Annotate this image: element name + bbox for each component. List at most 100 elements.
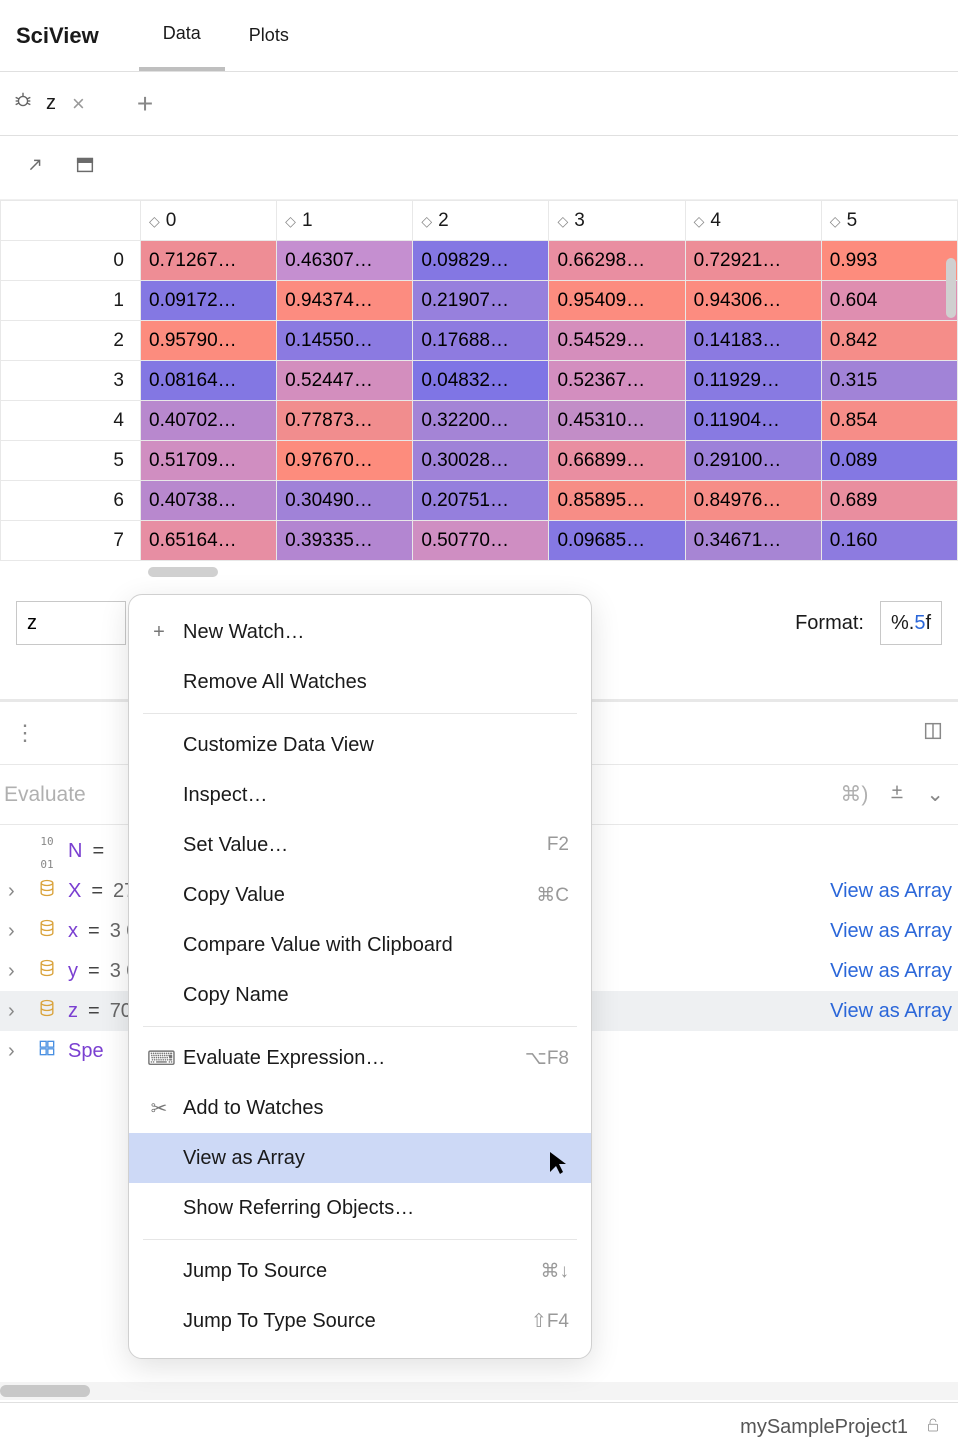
cell-7-2[interactable]: 0.50770…: [413, 521, 549, 561]
expand-chevron-icon[interactable]: ›: [8, 1000, 26, 1023]
cell-2-1[interactable]: 0.14550…: [277, 321, 413, 361]
tab-data[interactable]: Data: [139, 0, 225, 71]
cell-5-2[interactable]: 0.30028…: [413, 441, 549, 481]
row-header-6[interactable]: 6: [1, 481, 141, 521]
cell-5-1[interactable]: 0.97670…: [277, 441, 413, 481]
menu-evaluate-expression[interactable]: ⌨Evaluate Expression…⌥F8: [129, 1033, 591, 1083]
cell-7-1[interactable]: 0.39335…: [277, 521, 413, 561]
expand-chevron-icon[interactable]: ›: [8, 960, 26, 983]
format-input[interactable]: %.5f: [880, 601, 942, 645]
cell-6-0[interactable]: 0.40738…: [141, 481, 277, 521]
col-header-1[interactable]: ◇1: [277, 201, 413, 241]
expand-chevron-icon[interactable]: ›: [8, 1040, 26, 1063]
cell-2-3[interactable]: 0.54529…: [549, 321, 685, 361]
col-header-5[interactable]: ◇5: [821, 201, 957, 241]
data-grid[interactable]: ◇0◇1◇2◇3◇4◇500.71267…0.46307…0.09829…0.6…: [0, 200, 958, 577]
col-header-4[interactable]: ◇4: [685, 201, 821, 241]
view-as-array-link[interactable]: View as Array: [830, 880, 958, 903]
panel-icon[interactable]: [74, 154, 96, 181]
close-tab-icon[interactable]: ×: [72, 91, 85, 117]
horizontal-scrollbar-thumb[interactable]: [0, 1385, 90, 1397]
view-as-array-link[interactable]: View as Array: [830, 920, 958, 943]
chevron-down-icon[interactable]: ⌄: [926, 782, 944, 807]
layout-icon[interactable]: [922, 720, 944, 747]
menu-new-watch[interactable]: +New Watch…: [129, 607, 591, 657]
watch-add-icon[interactable]: [886, 781, 908, 809]
cell-0-4[interactable]: 0.72921…: [685, 241, 821, 281]
cell-0-3[interactable]: 0.66298…: [549, 241, 685, 281]
col-header-0[interactable]: ◇0: [141, 201, 277, 241]
menu-compare-value-with-clipboard[interactable]: Compare Value with Clipboard: [129, 920, 591, 970]
more-icon[interactable]: ⋮: [14, 720, 38, 746]
add-tab-icon[interactable]: +: [137, 88, 153, 120]
cell-3-4[interactable]: 0.11929…: [685, 361, 821, 401]
expand-chevron-icon[interactable]: ›: [8, 880, 26, 903]
cell-5-0[interactable]: 0.51709…: [141, 441, 277, 481]
cell-0-5[interactable]: 0.993: [821, 241, 957, 281]
expand-chevron-icon[interactable]: ›: [8, 920, 26, 943]
cell-3-2[interactable]: 0.04832…: [413, 361, 549, 401]
cell-6-5[interactable]: 0.689: [821, 481, 957, 521]
cell-2-2[interactable]: 0.17688…: [413, 321, 549, 361]
tab-plots[interactable]: Plots: [225, 0, 313, 71]
tab-variable-z[interactable]: z: [46, 92, 56, 115]
project-name[interactable]: mySampleProject1: [740, 1416, 908, 1439]
menu-view-as-array[interactable]: View as Array: [129, 1133, 591, 1183]
cell-5-4[interactable]: 0.29100…: [685, 441, 821, 481]
cell-2-5[interactable]: 0.842: [821, 321, 957, 361]
cell-2-4[interactable]: 0.14183…: [685, 321, 821, 361]
row-header-3[interactable]: 3: [1, 361, 141, 401]
cell-3-5[interactable]: 0.315: [821, 361, 957, 401]
cell-5-5[interactable]: 0.089: [821, 441, 957, 481]
menu-jump-to-source[interactable]: Jump To Source⌘↓: [129, 1246, 591, 1296]
cell-4-1[interactable]: 0.77873…: [277, 401, 413, 441]
row-header-1[interactable]: 1: [1, 281, 141, 321]
cell-4-5[interactable]: 0.854: [821, 401, 957, 441]
horizontal-scroll-hint[interactable]: [148, 567, 218, 577]
slice-input[interactable]: [16, 601, 126, 645]
menu-remove-all-watches[interactable]: Remove All Watches: [129, 657, 591, 707]
cell-6-1[interactable]: 0.30490…: [277, 481, 413, 521]
row-header-0[interactable]: 0: [1, 241, 141, 281]
menu-copy-name[interactable]: Copy Name: [129, 970, 591, 1020]
cell-1-1[interactable]: 0.94374…: [277, 281, 413, 321]
cell-4-3[interactable]: 0.45310…: [549, 401, 685, 441]
menu-add-to-watches[interactable]: ✂Add to Watches: [129, 1083, 591, 1133]
row-header-7[interactable]: 7: [1, 521, 141, 561]
cell-1-2[interactable]: 0.21907…: [413, 281, 549, 321]
cell-6-2[interactable]: 0.20751…: [413, 481, 549, 521]
view-as-array-link[interactable]: View as Array: [830, 960, 958, 983]
cell-3-0[interactable]: 0.08164…: [141, 361, 277, 401]
cell-1-3[interactable]: 0.95409…: [549, 281, 685, 321]
menu-inspect[interactable]: Inspect…: [129, 770, 591, 820]
cell-7-3[interactable]: 0.09685…: [549, 521, 685, 561]
popout-icon[interactable]: [24, 154, 46, 181]
col-header-2[interactable]: ◇2: [413, 201, 549, 241]
menu-customize-data-view[interactable]: Customize Data View: [129, 720, 591, 770]
lock-icon[interactable]: [924, 1416, 942, 1440]
cell-2-0[interactable]: 0.95790…: [141, 321, 277, 361]
cell-7-5[interactable]: 0.160: [821, 521, 957, 561]
cell-1-0[interactable]: 0.09172…: [141, 281, 277, 321]
cell-3-1[interactable]: 0.52447…: [277, 361, 413, 401]
cell-4-4[interactable]: 0.11904…: [685, 401, 821, 441]
menu-copy-value[interactable]: Copy Value⌘C: [129, 870, 591, 920]
cell-1-4[interactable]: 0.94306…: [685, 281, 821, 321]
cell-5-3[interactable]: 0.66899…: [549, 441, 685, 481]
cell-1-5[interactable]: 0.604: [821, 281, 957, 321]
row-header-2[interactable]: 2: [1, 321, 141, 361]
horizontal-scrollbar-track[interactable]: [0, 1382, 958, 1400]
vertical-scrollbar[interactable]: [946, 258, 956, 318]
view-as-array-link[interactable]: View as Array: [830, 1000, 958, 1023]
cell-0-0[interactable]: 0.71267…: [141, 241, 277, 281]
menu-jump-to-type-source[interactable]: Jump To Type Source⇧F4: [129, 1296, 591, 1346]
menu-set-value[interactable]: Set Value…F2: [129, 820, 591, 870]
row-header-4[interactable]: 4: [1, 401, 141, 441]
col-header-3[interactable]: ◇3: [549, 201, 685, 241]
menu-show-referring-objects[interactable]: Show Referring Objects…: [129, 1183, 591, 1233]
cell-7-0[interactable]: 0.65164…: [141, 521, 277, 561]
cell-0-1[interactable]: 0.46307…: [277, 241, 413, 281]
cell-3-3[interactable]: 0.52367…: [549, 361, 685, 401]
cell-6-4[interactable]: 0.84976…: [685, 481, 821, 521]
cell-4-2[interactable]: 0.32200…: [413, 401, 549, 441]
